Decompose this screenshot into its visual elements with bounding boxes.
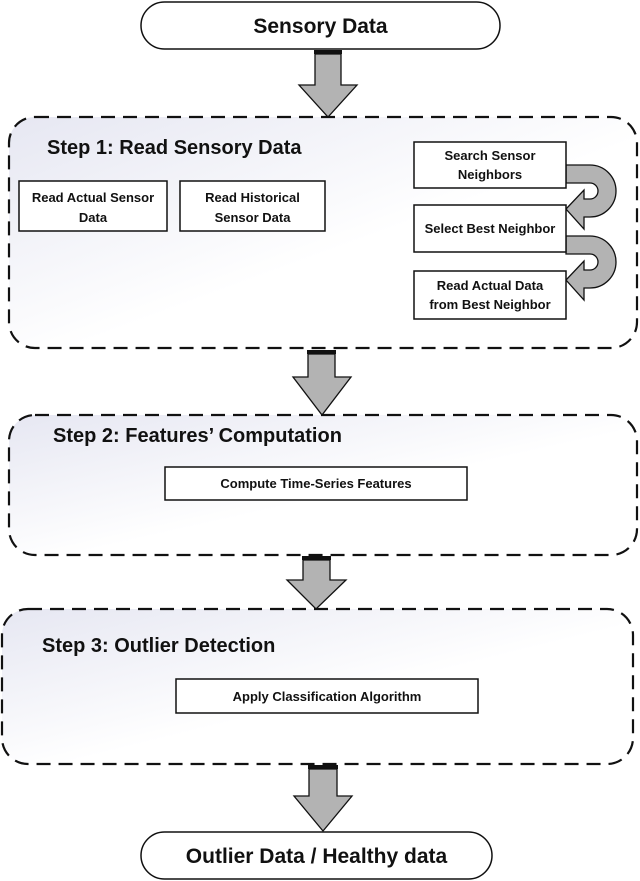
read-historical-sensor-data-box: Read Historical Sensor Data — [179, 180, 326, 232]
end-terminal: Outlier Data / Healthy data — [140, 831, 493, 880]
start-terminal: Sensory Data — [140, 1, 501, 50]
step-1-title: Step 1: Read Sensory Data — [47, 137, 302, 159]
box-label: Read Actual Data — [437, 278, 544, 293]
step-3-stage: Step 3: Outlier Detection Apply Classifi… — [0, 607, 635, 766]
flowchart: Sensory Data Step 1: Read Sensory Data R… — [0, 1, 639, 880]
apply-classification-algorithm-box: Apply Classification Algorithm — [175, 678, 479, 714]
box-label: from Best Neighbor — [429, 297, 550, 312]
step-2-stage: Step 2: Features’ Computation Compute Ti… — [7, 413, 639, 557]
select-best-neighbor-box: Select Best Neighbor — [413, 204, 567, 253]
step-3-title: Step 3: Outlier Detection — [42, 635, 275, 657]
down-arrow-icon — [285, 556, 348, 610]
down-arrow-icon — [297, 50, 359, 118]
box-label: Apply Classification Algorithm — [233, 689, 422, 704]
box-label: Compute Time-Series Features — [220, 476, 411, 491]
box-label: Data — [79, 210, 108, 225]
down-arrow-icon — [291, 350, 353, 417]
read-actual-sensor-data-box: Read Actual Sensor Data — [18, 180, 168, 232]
box-label: Neighbors — [458, 167, 522, 182]
box-label: Read Historical — [205, 190, 300, 205]
box-label: Search Sensor — [444, 148, 535, 163]
step-1-stage: Step 1: Read Sensory Data Read Actual Se… — [7, 115, 639, 350]
box-label: Select Best Neighbor — [425, 221, 556, 236]
box-label: Sensor Data — [215, 210, 292, 225]
end-label: Outlier Data / Healthy data — [186, 845, 448, 868]
down-arrow-icon — [292, 765, 354, 833]
box-label: Read Actual Sensor — [32, 190, 154, 205]
compute-time-series-features-box: Compute Time-Series Features — [164, 466, 468, 501]
read-actual-data-best-neighbor-box: Read Actual Data from Best Neighbor — [413, 270, 567, 320]
step-2-title: Step 2: Features’ Computation — [53, 425, 342, 447]
search-sensor-neighbors-box: Search Sensor Neighbors — [413, 141, 567, 189]
start-label: Sensory Data — [253, 15, 388, 38]
